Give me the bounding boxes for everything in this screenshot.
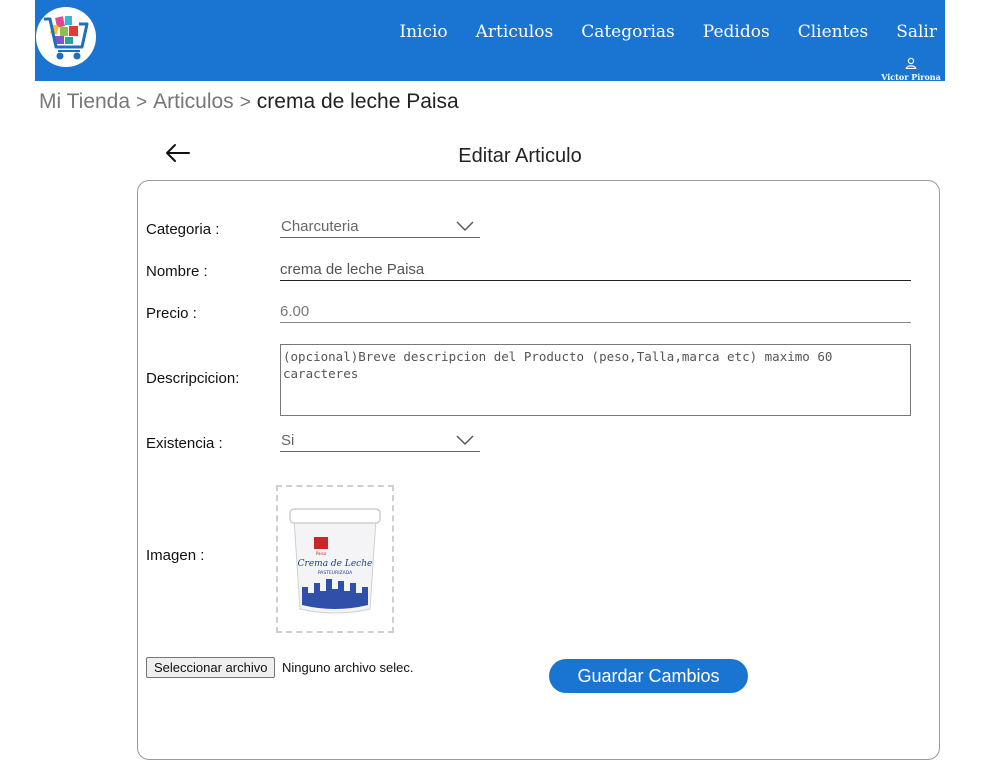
categoria-value: Charcuteria <box>281 218 359 235</box>
product-image[interactable]: Crema de Leche PASTEURIZADA Paisa <box>276 485 394 633</box>
breadcrumb-current: crema de leche Paisa <box>256 90 459 113</box>
categoria-select[interactable]: Charcuteria <box>280 217 480 238</box>
breadcrumb-mi-tienda[interactable]: Mi Tienda <box>39 90 130 113</box>
product-brand: Paisa <box>316 551 327 556</box>
user-menu[interactable]: Victor Pirona <box>881 56 941 82</box>
save-button[interactable]: Guardar Cambios <box>549 659 748 693</box>
precio-input[interactable]: 6.00 <box>280 302 911 323</box>
precio-label: Precio : <box>146 305 197 322</box>
descripcion-label: Descripcicion: <box>146 370 240 387</box>
nav-salir[interactable]: Salir <box>896 22 937 42</box>
user-icon <box>905 57 917 70</box>
imagen-label: Imagen : <box>146 547 205 564</box>
chevron-down-icon <box>456 435 474 445</box>
breadcrumb-separator: > <box>136 92 148 113</box>
categoria-label: Categoria : <box>146 221 220 238</box>
breadcrumb-articulos[interactable]: Articulos <box>153 90 234 113</box>
nav-categorias[interactable]: Categorias <box>581 22 675 42</box>
nombre-input[interactable]: crema de leche Paisa <box>280 260 911 281</box>
user-name: Victor Pirona <box>881 72 941 82</box>
product-line2: PASTEURIZADA <box>318 570 353 576</box>
top-navbar: Inicio Articulos Categorias Pedidos Clie… <box>35 0 945 82</box>
existencia-select[interactable]: Si <box>280 431 480 452</box>
shopping-cart-logo[interactable] <box>36 7 96 67</box>
arrow-left-icon[interactable] <box>163 140 193 166</box>
nav-inicio[interactable]: Inicio <box>399 22 447 42</box>
chevron-down-icon <box>456 221 474 231</box>
product-line1: Crema de Leche <box>298 559 373 569</box>
precio-value: 6.00 <box>280 303 310 320</box>
breadcrumb: Mi Tienda > Articulos > crema de leche Paisa <box>39 90 459 114</box>
descripcion-textarea[interactable]: (opcional)Breve descripcion del Producto… <box>280 344 911 416</box>
edit-article-form: Categoria : Charcuteria Nombre : crema d… <box>137 180 940 760</box>
existencia-label: Existencia : <box>146 435 223 452</box>
nombre-label: Nombre : <box>146 263 208 280</box>
page-title: Editar Articulo <box>458 145 582 167</box>
nav-articulos[interactable]: Articulos <box>476 22 554 42</box>
breadcrumb-separator: > <box>239 92 251 113</box>
choose-file-button[interactable]: Seleccionar archivo <box>146 657 276 678</box>
file-status: Ninguno archivo selec. <box>282 660 414 675</box>
nav-pedidos[interactable]: Pedidos <box>703 22 770 42</box>
existencia-value: Si <box>281 432 295 449</box>
nombre-value: crema de leche Paisa <box>280 261 425 278</box>
nav-clientes[interactable]: Clientes <box>798 22 869 42</box>
